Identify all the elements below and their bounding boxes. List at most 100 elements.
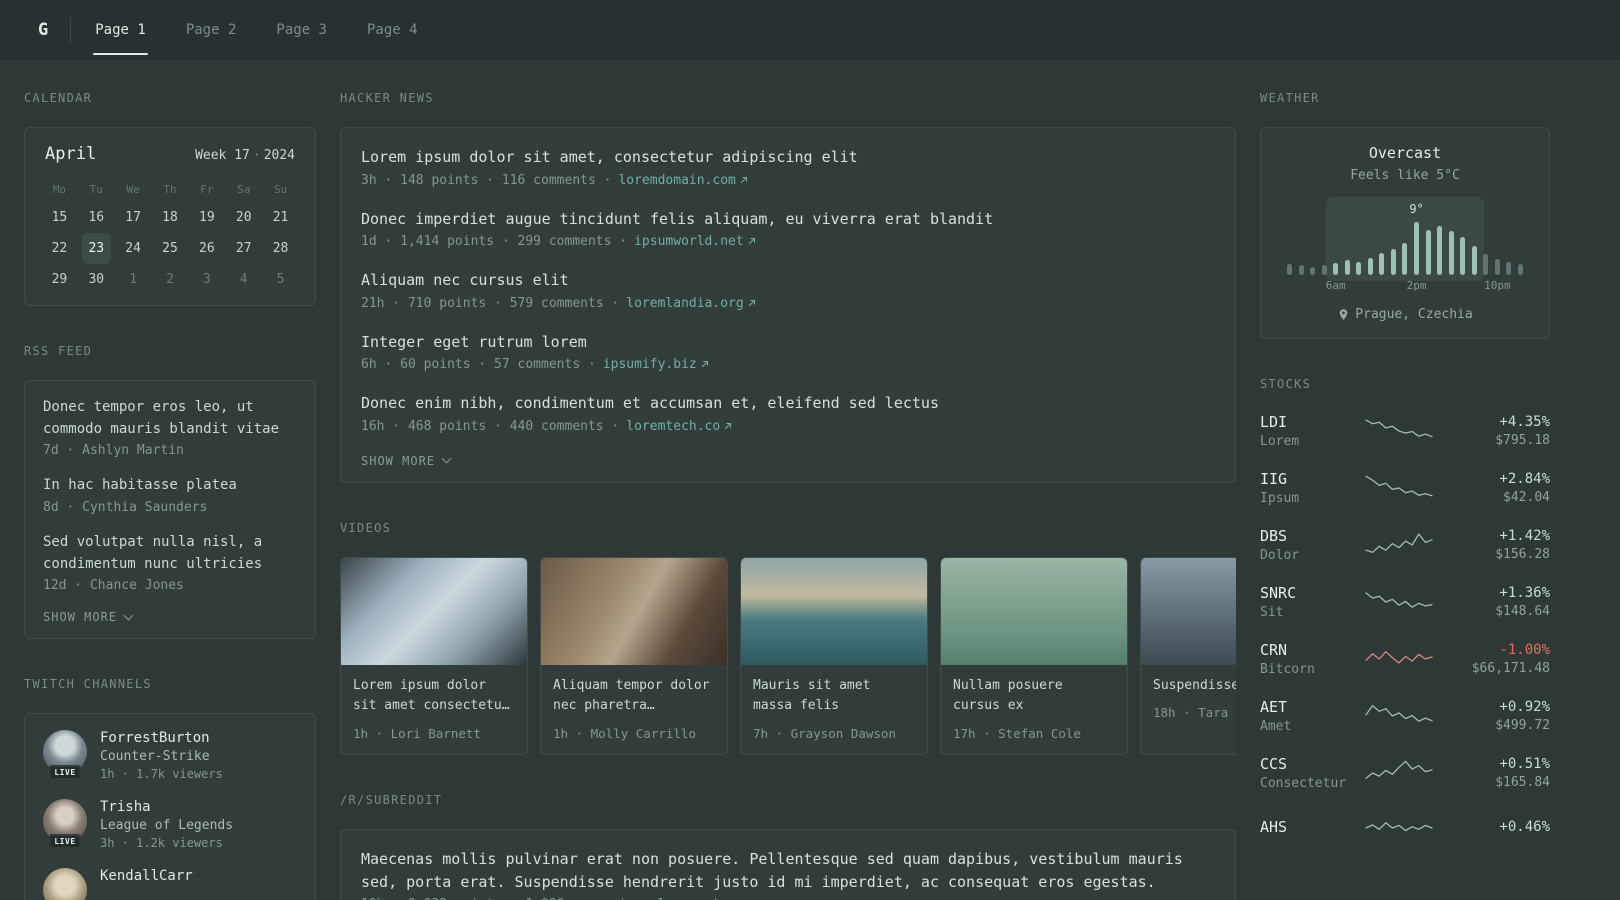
tab-page-2[interactable]: Page 2 — [166, 0, 257, 60]
weather-chart: 6am 2pm 10pm 9° — [1287, 197, 1523, 295]
calendar-date[interactable]: 18 — [156, 202, 185, 233]
stock-name: Bitcorn — [1260, 662, 1315, 677]
calendar-date[interactable]: 17 — [119, 202, 148, 233]
subreddit-post: Maecenas mollis pulvinar erat non posuer… — [361, 848, 1215, 900]
calendar-date[interactable]: 26 — [192, 233, 221, 264]
rss-item-title[interactable]: Sed volutpat nulla nisl, a condimentum n… — [43, 532, 297, 575]
stock-row[interactable]: CCS Consectetur +0.51% $165.84 — [1260, 755, 1550, 791]
calendar-date[interactable]: 15 — [45, 202, 74, 233]
videos-carousel[interactable]: Lorem ipsum dolor sit amet consectetu… 1… — [340, 556, 1236, 756]
hn-item-title[interactable]: Integer eget rutrum lorem — [361, 331, 1215, 354]
app-logo[interactable]: G — [24, 17, 72, 43]
calendar-date[interactable]: 30 — [82, 264, 111, 295]
hn-item-meta: 3h · 148 points · 116 comments · loremdom… — [361, 173, 1215, 188]
calendar-date[interactable]: 27 — [229, 233, 258, 264]
show-more-label: SHOW MORE — [361, 453, 436, 468]
rss-header: RSS FEED — [24, 344, 93, 358]
video-meta: 17h · Stefan Cole — [953, 726, 1081, 742]
video-thumbnail[interactable] — [341, 557, 527, 665]
video-title: Lorem ipsum dolor sit amet consectetu… — [353, 677, 510, 714]
twitch-channel-row[interactable]: LIVE Trisha League of Legends 3h · 1.2k … — [43, 799, 297, 850]
hn-domain-link[interactable]: loremtech.co — [626, 419, 733, 434]
calendar-date-next-month[interactable]: 5 — [266, 264, 295, 295]
video-card[interactable]: Mauris sit amet massa felis 7h · Grayson… — [740, 556, 928, 756]
calendar-date[interactable]: 25 — [156, 233, 185, 264]
stock-row[interactable]: SNRC Sit +1.36% $148.64 — [1260, 584, 1550, 620]
hn-item: Donec enim nibh, condimentum et accumsan… — [361, 392, 1215, 434]
stock-symbol: SNRC — [1260, 584, 1297, 602]
hn-domain-link[interactable]: loremlandia.org — [626, 296, 756, 311]
top-bar: G Page 1 Page 2 Page 3 Page 4 — [0, 0, 1620, 60]
video-card[interactable]: Nullam posuere cursus ex 17h · Stefan Co… — [940, 556, 1128, 756]
stock-name: Dolor — [1260, 548, 1300, 563]
tab-page-4[interactable]: Page 4 — [347, 0, 438, 60]
calendar-date-next-month[interactable]: 2 — [156, 264, 185, 295]
video-card[interactable]: Aliquam tempor dolor nec pharetra… 1h · … — [540, 556, 728, 756]
stock-row[interactable]: CRN Bitcorn -1.00% $66,171.48 — [1260, 641, 1550, 677]
subreddit-card: Maecenas mollis pulvinar erat non posuer… — [340, 829, 1236, 900]
video-card[interactable]: Lorem ipsum dolor sit amet consectetu… 1… — [340, 556, 528, 756]
calendar-date-selected[interactable]: 23 — [81, 233, 111, 264]
hn-item-title[interactable]: Donec imperdiet augue tincidunt felis al… — [361, 208, 1215, 231]
twitch-channel-name: ForrestBurton — [100, 730, 210, 747]
stock-change: +0.46% — [1499, 818, 1550, 835]
stock-sparkline — [1363, 757, 1435, 789]
video-thumbnail[interactable] — [741, 557, 927, 665]
calendar-date-next-month[interactable]: 1 — [119, 264, 148, 295]
twitch-channel-row[interactable]: KendallCarr — [43, 868, 297, 900]
hn-domain-link[interactable]: loremdomain.com — [618, 173, 748, 188]
hn-item-title[interactable]: Lorem ipsum dolor sit amet, consectetur … — [361, 146, 1215, 169]
rss-item-title[interactable]: Donec tempor eros leo, ut commodo mauris… — [43, 397, 297, 440]
weather-widget: WEATHER Overcast Feels like 5°C 6am 2pm 10… — [1260, 91, 1550, 339]
hn-show-more-button[interactable]: SHOW MORE — [361, 454, 1215, 468]
weekday-label: Th — [163, 182, 177, 196]
weather-location: Prague, Czechia — [1355, 307, 1473, 322]
stock-sparkline — [1363, 472, 1435, 504]
video-meta: 1h · Molly Carrillo — [553, 726, 696, 742]
hn-domain-link[interactable]: ipsumify.biz — [603, 357, 710, 372]
video-title: Mauris sit amet massa felis — [753, 677, 871, 714]
tab-page-1[interactable]: Page 1 — [75, 0, 166, 60]
calendar-date[interactable]: 24 — [119, 233, 148, 264]
stock-name: Amet — [1260, 719, 1292, 734]
calendar-card: April Week 17 · 2024 Mo Tu We Th Fr Sa Su … — [24, 127, 316, 306]
video-thumbnail[interactable] — [941, 557, 1127, 665]
calendar-year: 2024 — [263, 148, 295, 163]
hn-domain-link[interactable]: ipsumworld.net — [634, 234, 757, 249]
stock-row[interactable]: AHS +0.46% — [1260, 812, 1550, 844]
calendar-date[interactable]: 29 — [45, 264, 74, 295]
stock-row[interactable]: IIG Ipsum +2.84% $42.04 — [1260, 470, 1550, 506]
stock-change: +0.51% — [1499, 756, 1550, 772]
tab-page-3[interactable]: Page 3 — [256, 0, 347, 60]
stock-info: CCS Consectetur — [1260, 755, 1352, 791]
calendar-date-next-month[interactable]: 4 — [229, 264, 258, 295]
calendar-date[interactable]: 19 — [192, 202, 221, 233]
calendar-date[interactable]: 20 — [229, 202, 258, 233]
hn-item-title[interactable]: Aliquam nec cursus elit — [361, 269, 1215, 292]
twitch-avatar-wrap: LIVE — [43, 730, 87, 781]
calendar-date-next-month[interactable]: 3 — [192, 264, 221, 295]
stock-info: LDI Lorem — [1260, 413, 1352, 449]
twitch-channel-row[interactable]: LIVE ForrestBurton Counter-Strike 1h · 1… — [43, 730, 297, 781]
video-card[interactable]: Suspendisse diam 18h · Tara — [1140, 556, 1236, 756]
stock-row[interactable]: LDI Lorem +4.35% $795.18 — [1260, 413, 1550, 449]
video-thumbnail[interactable] — [1141, 557, 1236, 665]
calendar-date[interactable]: 22 — [45, 233, 74, 264]
video-meta: 7h · Grayson Dawson — [753, 726, 896, 742]
video-thumbnail[interactable] — [541, 557, 727, 665]
stock-row[interactable]: AET Amet +0.92% $499.72 — [1260, 698, 1550, 734]
stock-symbol: DBS — [1260, 527, 1288, 545]
stock-price: $42.04 — [1503, 490, 1550, 505]
chevron-down-icon — [441, 453, 452, 464]
calendar-date[interactable]: 16 — [82, 202, 111, 233]
stock-change: +2.84% — [1499, 471, 1550, 487]
rss-show-more-button[interactable]: SHOW MORE — [43, 610, 297, 624]
hn-item-title[interactable]: Donec enim nibh, condimentum et accumsan… — [361, 392, 1215, 415]
post-title[interactable]: Maecenas mollis pulvinar erat non posuer… — [361, 848, 1215, 893]
stock-name: Consectetur — [1260, 776, 1347, 791]
calendar-date[interactable]: 21 — [266, 202, 295, 233]
rss-item-title[interactable]: In hac habitasse platea — [43, 475, 297, 497]
weather-card: Overcast Feels like 5°C 6am 2pm 10pm 9° Pr… — [1260, 127, 1550, 339]
calendar-date[interactable]: 28 — [266, 233, 295, 264]
stock-row[interactable]: DBS Dolor +1.42% $156.28 — [1260, 527, 1550, 563]
